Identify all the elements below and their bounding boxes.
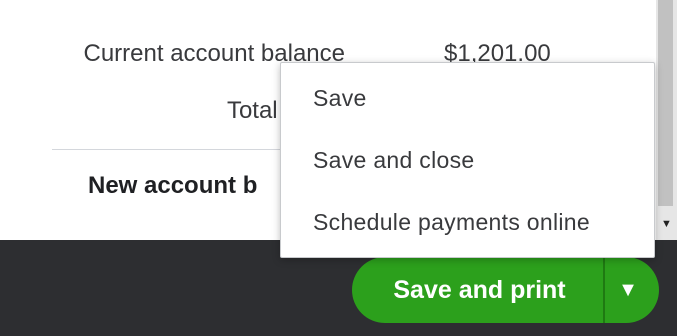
caret-down-icon: ▼ (618, 278, 638, 301)
new-balance-label: New account b (88, 172, 258, 199)
payment-screen: Current account balance $1,201.00 Total … (0, 0, 677, 336)
menu-item-schedule-payments-online[interactable]: Schedule payments online (313, 209, 590, 236)
save-options-dropdown-button[interactable]: ▼ (605, 257, 659, 323)
menu-item-save-and-close[interactable]: Save and close (313, 147, 474, 174)
scroll-down-arrow-icon[interactable]: ▼ (656, 210, 677, 238)
vertical-scrollbar[interactable]: ▼ (656, 0, 677, 240)
save-and-print-split-button: Save and print ▼ (352, 257, 659, 323)
save-options-menu: Save Save and close Schedule payments on… (280, 62, 655, 258)
save-and-print-button[interactable]: Save and print (352, 257, 603, 323)
menu-item-save[interactable]: Save (313, 85, 367, 112)
scrollbar-thumb[interactable] (658, 0, 673, 206)
